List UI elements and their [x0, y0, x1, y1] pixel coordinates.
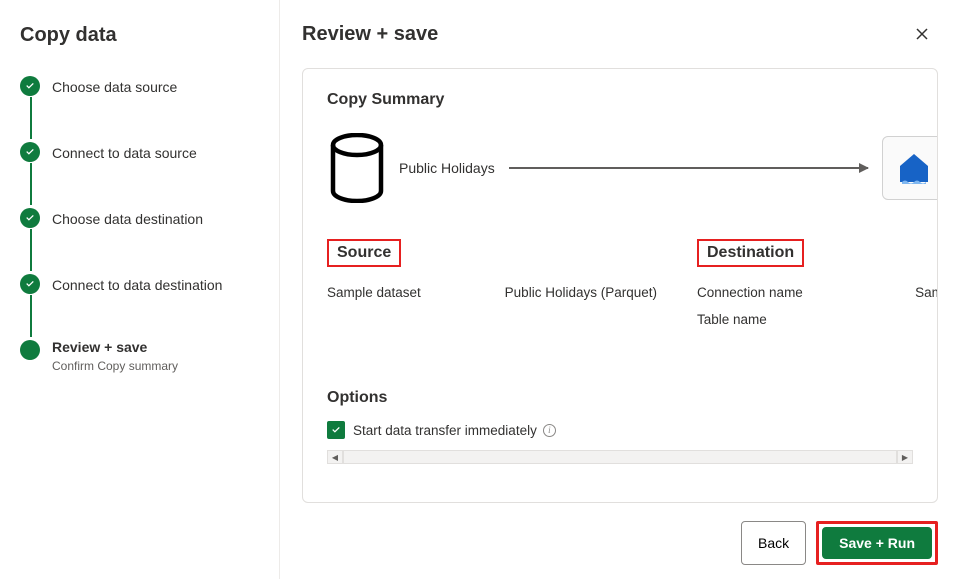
step-connector — [30, 163, 32, 205]
close-icon — [914, 26, 930, 42]
step-label: Review + save — [52, 339, 178, 355]
save-run-highlight: Save + Run — [816, 521, 938, 565]
step-label: Choose data destination — [52, 211, 203, 227]
destination-column: Destination Connection name SampleLakeho… — [697, 239, 938, 339]
source-column: Source Sample dataset Public Holidays (P… — [327, 239, 657, 339]
scroll-track[interactable] — [343, 450, 897, 464]
wizard-title: Copy data — [20, 24, 259, 47]
lakehouse-icon — [882, 136, 938, 200]
page-title: Review + save — [302, 23, 438, 46]
step-label: Choose data source — [52, 79, 177, 95]
dialog-footer: Back Save + Run — [302, 521, 938, 565]
summary-title: Copy Summary — [327, 91, 913, 109]
source-row: Sample dataset Public Holidays (Parquet) — [327, 285, 657, 300]
step-sublabel: Confirm Copy summary — [52, 359, 178, 373]
destination-value: SampleLakehouse — [915, 285, 938, 300]
start-immediately-checkbox[interactable] — [327, 421, 345, 439]
save-run-button[interactable]: Save + Run — [822, 527, 932, 559]
source-heading: Source — [327, 239, 401, 267]
main-header: Review + save — [302, 18, 938, 50]
summary-card: Copy Summary Public Holidays Lakehouse — [302, 68, 938, 503]
step-choose-data-destination[interactable]: Choose data destination — [20, 207, 259, 231]
check-icon — [330, 424, 342, 436]
step-choose-data-source[interactable]: Choose data source — [20, 75, 259, 99]
arrow-icon — [509, 167, 869, 169]
close-button[interactable] — [906, 18, 938, 50]
database-icon — [327, 133, 387, 203]
source-key: Sample dataset — [327, 285, 421, 300]
step-review-save[interactable]: Review + save Confirm Copy summary — [20, 339, 259, 373]
option-label: Start data transfer immediately i — [353, 423, 556, 438]
destination-key: Table name — [697, 312, 767, 327]
wizard-sidebar: Copy data Choose data source Connect to … — [0, 0, 280, 579]
step-label: Connect to data destination — [52, 277, 222, 293]
check-icon — [20, 274, 40, 294]
check-icon — [20, 76, 40, 96]
step-label: Connect to data source — [52, 145, 197, 161]
source-value: Public Holidays (Parquet) — [505, 285, 657, 300]
horizontal-scrollbar[interactable]: ◀ ▶ — [327, 449, 913, 465]
scroll-left-button[interactable]: ◀ — [327, 450, 343, 464]
option-start-immediately: Start data transfer immediately i — [327, 421, 913, 439]
current-step-icon — [20, 340, 40, 360]
back-button[interactable]: Back — [741, 521, 806, 565]
options-heading: Options — [327, 389, 913, 407]
details-columns: Source Sample dataset Public Holidays (P… — [327, 239, 938, 339]
scroll-right-button[interactable]: ▶ — [897, 450, 913, 464]
check-icon — [20, 208, 40, 228]
step-connect-to-data-destination[interactable]: Connect to data destination — [20, 273, 259, 297]
destination-key: Connection name — [697, 285, 803, 300]
option-text: Start data transfer immediately — [353, 423, 537, 438]
info-icon[interactable]: i — [543, 424, 556, 437]
main-panel: Review + save Copy Summary Public Holida… — [280, 0, 960, 579]
copy-flow-diagram: Public Holidays Lakehouse — [327, 133, 938, 203]
flow-dest-node: Lakehouse — [882, 136, 938, 200]
step-connector — [30, 295, 32, 337]
check-icon — [20, 142, 40, 162]
flow-source-label: Public Holidays — [399, 160, 495, 176]
destination-row: Table name PublicHolidays — [697, 312, 938, 327]
destination-row: Connection name SampleLakehouse — [697, 285, 938, 300]
destination-heading: Destination — [697, 239, 804, 267]
wizard-steps: Choose data source Connect to data sourc… — [20, 75, 259, 373]
step-connector — [30, 229, 32, 271]
step-connect-to-data-source[interactable]: Connect to data source — [20, 141, 259, 165]
flow-source-node: Public Holidays — [327, 133, 495, 203]
step-connector — [30, 97, 32, 139]
